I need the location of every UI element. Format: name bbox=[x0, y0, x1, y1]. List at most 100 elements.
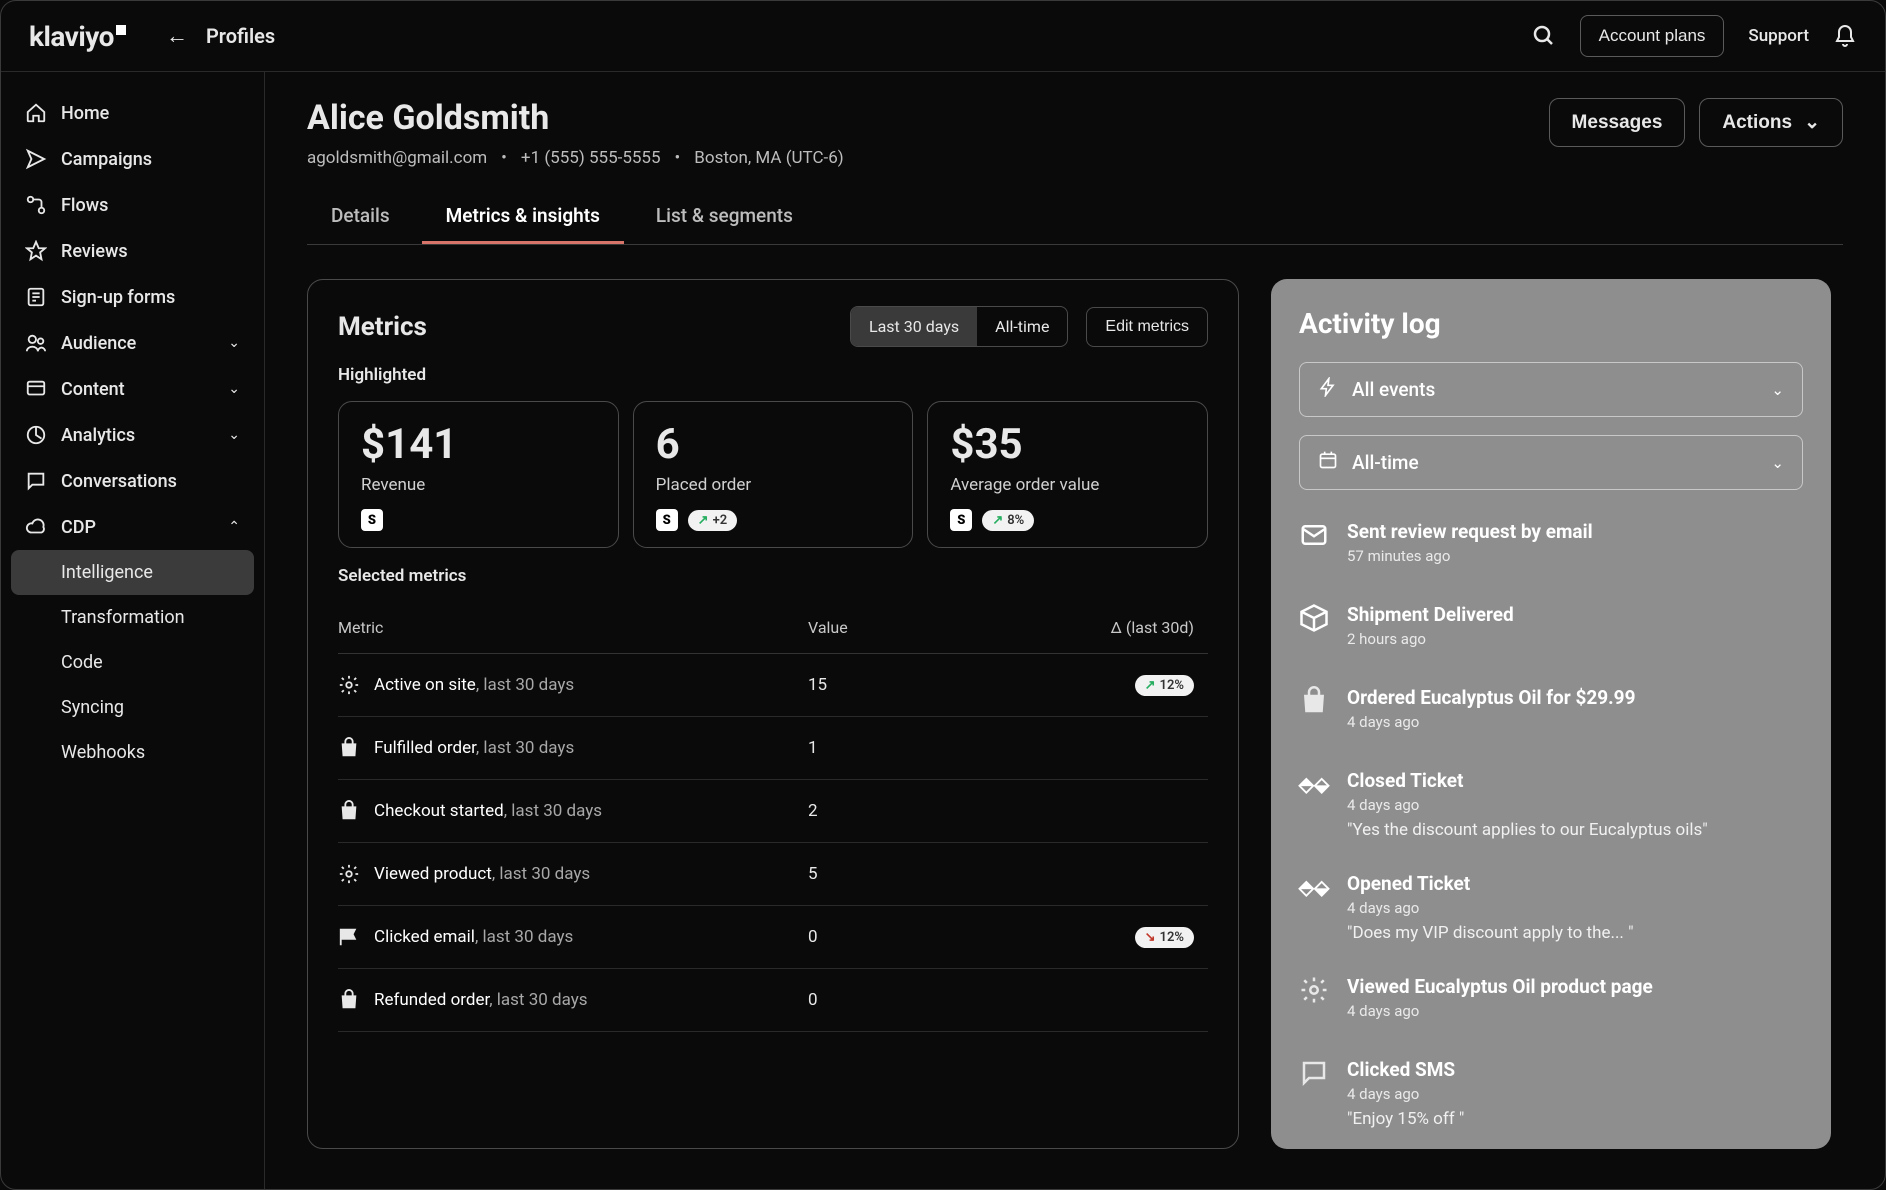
metric-name: Fulfilled order, last 30 days bbox=[374, 738, 574, 758]
col-value: Value bbox=[808, 618, 1008, 637]
table-row[interactable]: Fulfilled order, last 30 days 1 bbox=[338, 717, 1208, 780]
sidebar-item-code[interactable]: Code bbox=[11, 640, 254, 685]
home-icon bbox=[25, 102, 47, 124]
activity-item[interactable]: Shipment Delivered2 hours ago bbox=[1299, 591, 1803, 674]
sidebar-item-audience[interactable]: Audience⌄ bbox=[11, 320, 254, 366]
content-icon bbox=[25, 378, 47, 400]
metric-cards: $141RevenueS6Placed orderS+2$35Average o… bbox=[338, 401, 1208, 548]
sidebar-item-intelligence[interactable]: Intelligence bbox=[11, 550, 254, 595]
sidebar-item-webhooks[interactable]: Webhooks bbox=[11, 730, 254, 775]
bag-icon bbox=[338, 989, 360, 1011]
profile-email: agoldsmith@gmail.com bbox=[307, 148, 487, 168]
col-delta: Δ (last 30d) bbox=[1008, 618, 1208, 637]
sidebar-item-sign-up-forms[interactable]: Sign-up forms bbox=[11, 274, 254, 320]
sidebar-item-flows[interactable]: Flows bbox=[11, 182, 254, 228]
analytics-icon bbox=[25, 424, 47, 446]
sidebar-item-conversations[interactable]: Conversations bbox=[11, 458, 254, 504]
delta-pill: +2 bbox=[688, 510, 737, 531]
activity-item[interactable]: Viewed Eucalyptus Oil product page4 days… bbox=[1299, 963, 1803, 1046]
chevron-down-icon: ⌄ bbox=[228, 335, 240, 351]
metric-card-revenue[interactable]: $141RevenueS bbox=[338, 401, 619, 548]
chevron-down-icon: ⌄ bbox=[1771, 454, 1784, 472]
table-row[interactable]: Clicked email, last 30 days012% bbox=[338, 906, 1208, 969]
metric-row-value: 1 bbox=[808, 738, 1008, 758]
activity-title: Activity log bbox=[1299, 307, 1803, 340]
gear-icon bbox=[1299, 975, 1329, 1005]
gear-icon bbox=[338, 863, 360, 885]
logo: klaviyo bbox=[29, 20, 126, 53]
highlighted-label: Highlighted bbox=[338, 365, 1208, 385]
metric-value: 6 bbox=[656, 420, 891, 469]
activity-quote: "Does my VIP discount apply to the... " bbox=[1347, 923, 1803, 943]
delta-pill: 12% bbox=[1135, 675, 1194, 696]
content: Alice Goldsmith agoldsmith@gmail.com• +1… bbox=[265, 72, 1885, 1189]
zendesk-icon: ⬘⬙ bbox=[1299, 872, 1329, 902]
sidebar-item-reviews[interactable]: Reviews bbox=[11, 228, 254, 274]
back-arrow-icon[interactable]: ← bbox=[166, 23, 188, 49]
time-filter-label: All-time bbox=[1352, 451, 1419, 474]
table-row[interactable]: Viewed product, last 30 days5 bbox=[338, 843, 1208, 906]
actions-button[interactable]: Actions ⌄ bbox=[1699, 98, 1843, 147]
range-all-time[interactable]: All-time bbox=[977, 307, 1067, 346]
activity-title: Sent review request by email bbox=[1347, 520, 1803, 543]
metric-row-value: 2 bbox=[808, 801, 1008, 821]
event-filter-label: All events bbox=[1352, 378, 1435, 401]
activity-title: Ordered Eucalyptus Oil for $29.99 bbox=[1347, 686, 1803, 709]
activity-quote: "Enjoy 15% off " bbox=[1347, 1109, 1803, 1129]
activity-item[interactable]: ⬘⬙Closed Ticket4 days ago"Yes the discou… bbox=[1299, 757, 1803, 860]
activity-time-filter[interactable]: All-time ⌄ bbox=[1299, 435, 1803, 490]
tab-details[interactable]: Details bbox=[307, 190, 414, 244]
shopify-icon: S bbox=[950, 509, 972, 531]
activity-time: 4 days ago bbox=[1347, 713, 1803, 731]
flag-icon bbox=[338, 926, 360, 948]
activity-event-filter[interactable]: All events ⌄ bbox=[1299, 362, 1803, 417]
sidebar-item-transformation[interactable]: Transformation bbox=[11, 595, 254, 640]
activity-item[interactable]: Clicked SMS4 days ago"Enjoy 15% off " bbox=[1299, 1046, 1803, 1149]
send-icon bbox=[25, 148, 47, 170]
form-icon bbox=[25, 286, 47, 308]
bell-icon[interactable] bbox=[1833, 24, 1857, 48]
activity-item[interactable]: Ordered Eucalyptus Oil for $29.99 4 days … bbox=[1299, 674, 1803, 757]
cloud-icon bbox=[25, 516, 47, 538]
activity-title: Opened Ticket bbox=[1347, 872, 1803, 895]
range-last-30-days[interactable]: Last 30 days bbox=[851, 307, 977, 346]
metric-card-average-order-value[interactable]: $35Average order valueS8% bbox=[927, 401, 1208, 548]
messages-button[interactable]: Messages bbox=[1549, 98, 1686, 147]
delta-pill: 12% bbox=[1135, 927, 1194, 948]
tabs: DetailsMetrics & insightsList & segments bbox=[307, 190, 1843, 245]
chevron-down-icon: ⌄ bbox=[228, 427, 240, 443]
breadcrumb[interactable]: ← Profiles bbox=[166, 23, 275, 49]
actions-label: Actions bbox=[1722, 112, 1792, 134]
metric-label: Average order value bbox=[950, 475, 1185, 495]
search-icon[interactable] bbox=[1532, 24, 1556, 48]
metric-name: Viewed product, last 30 days bbox=[374, 864, 590, 884]
col-metric: Metric bbox=[338, 618, 808, 637]
sidebar-item-home[interactable]: Home bbox=[11, 90, 254, 136]
activity-item[interactable]: ⬘⬙Opened Ticket4 days ago"Does my VIP di… bbox=[1299, 860, 1803, 963]
chevron-down-icon: ⌄ bbox=[228, 381, 240, 397]
account-plans-button[interactable]: Account plans bbox=[1580, 15, 1725, 57]
activity-item[interactable]: Sent review request by email57 minutes a… bbox=[1299, 508, 1803, 591]
sidebar-item-campaigns[interactable]: Campaigns bbox=[11, 136, 254, 182]
sidebar-item-content[interactable]: Content⌄ bbox=[11, 366, 254, 412]
sidebar-item-cdp[interactable]: CDP⌃ bbox=[11, 504, 254, 550]
sidebar-item-label: Reviews bbox=[61, 241, 128, 262]
edit-metrics-button[interactable]: Edit metrics bbox=[1086, 307, 1208, 347]
metric-card-placed-order[interactable]: 6Placed orderS+2 bbox=[633, 401, 914, 548]
sidebar-item-syncing[interactable]: Syncing bbox=[11, 685, 254, 730]
profile-phone: +1 (555) 555-5555 bbox=[521, 148, 661, 168]
support-link[interactable]: Support bbox=[1748, 26, 1809, 46]
profile-sub: agoldsmith@gmail.com• +1 (555) 555-5555•… bbox=[307, 148, 844, 168]
table-row[interactable]: Checkout started, last 30 days 2 bbox=[338, 780, 1208, 843]
sidebar-item-analytics[interactable]: Analytics ⌄ bbox=[11, 412, 254, 458]
activity-panel: Activity log All events ⌄ All-time ⌄ bbox=[1271, 279, 1831, 1149]
tab-metrics-insights[interactable]: Metrics & insights bbox=[422, 190, 624, 244]
sidebar-item-label: Analytics bbox=[61, 425, 135, 446]
chevron-down-icon: ⌄ bbox=[1804, 111, 1820, 134]
tab-list-segments[interactable]: List & segments bbox=[632, 190, 817, 244]
table-row[interactable]: Refunded order, last 30 days0 bbox=[338, 969, 1208, 1032]
table-row[interactable]: Active on site, last 30 days1512% bbox=[338, 654, 1208, 717]
sidebar-item-label: Flows bbox=[61, 195, 108, 216]
sidebar-item-label: Campaigns bbox=[61, 149, 152, 170]
metric-name: Checkout started, last 30 days bbox=[374, 801, 602, 821]
